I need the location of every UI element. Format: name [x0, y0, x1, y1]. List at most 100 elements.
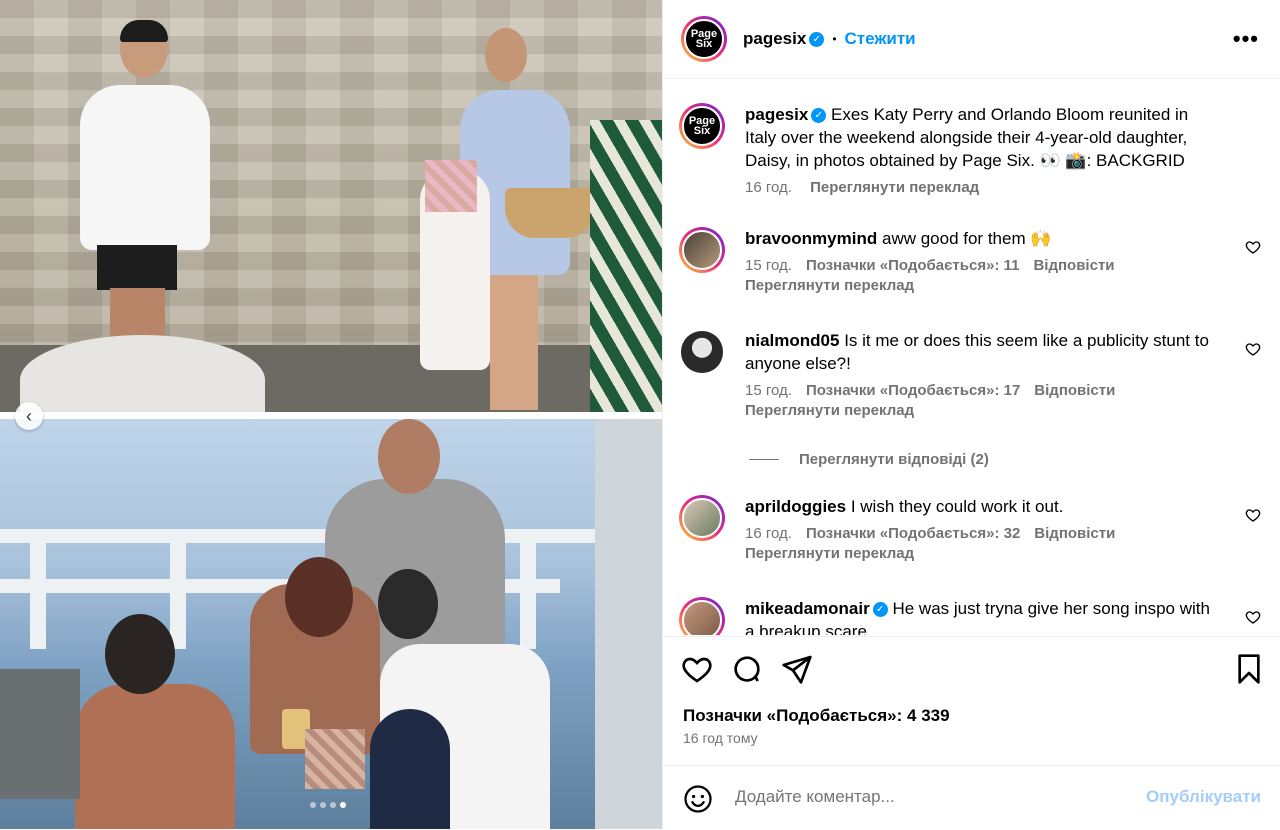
- person-legs: [110, 288, 165, 340]
- avatar-logo: Page Six: [684, 19, 724, 59]
- carousel-prev-button[interactable]: ‹: [15, 402, 43, 430]
- comment-author[interactable]: aprildoggies: [745, 497, 846, 516]
- comment-likes[interactable]: Позначки «Подобається»: 17: [806, 382, 1020, 399]
- author-username[interactable]: pagesix: [743, 29, 806, 49]
- comment-meta: 16 год. Позначки «Подобається»: 32 Відпові…: [745, 524, 1220, 544]
- commenter-avatar[interactable]: [679, 227, 725, 273]
- comment-body: aprildoggies I wish they could work it o…: [745, 495, 1220, 564]
- comment-likes[interactable]: Позначки «Подобається»: 11: [806, 257, 1020, 274]
- post-header: Page Six pagesix ✓ • Стежити •••: [663, 0, 1280, 79]
- translate-link[interactable]: Переглянути переклад: [745, 544, 1220, 564]
- person-figure: [80, 85, 210, 250]
- author-avatar[interactable]: Page Six: [681, 16, 727, 62]
- translate-link[interactable]: Переглянути переклад: [810, 179, 979, 196]
- post-time: 16 год тому: [683, 730, 758, 746]
- publish-button[interactable]: Опублікувати: [1146, 787, 1261, 807]
- heart-icon[interactable]: [1245, 507, 1261, 523]
- caption-body: pagesix ✓ Exes Katy Perry and Orlando Blo…: [745, 103, 1220, 198]
- comment-body: nialmond05 Is it me or does this seem li…: [745, 329, 1220, 421]
- person-figure: [75, 684, 235, 829]
- comment-time: 16 год.: [745, 525, 792, 542]
- verified-icon: ✓: [809, 31, 825, 47]
- blurred-face: [425, 160, 477, 212]
- avatar-photo: [682, 230, 722, 270]
- carousel-dot-active: [340, 802, 346, 808]
- comment-body: bravoonmymind aww good for them 🙌 15 год…: [745, 227, 1220, 296]
- blurred-face: [305, 729, 365, 789]
- comments-list[interactable]: Page Six pagesix ✓ Exes Katy Perry and Or…: [663, 79, 1280, 635]
- view-replies-label: Переглянути відповіді (2): [799, 451, 989, 468]
- commenter-avatar[interactable]: [679, 495, 725, 541]
- person-head: [378, 419, 440, 494]
- post-media: ‹: [0, 0, 662, 829]
- heart-icon[interactable]: [1245, 609, 1261, 625]
- carousel-dot: [310, 802, 316, 808]
- person-head: [285, 557, 353, 637]
- comment-body: mikeadamonair ✓ He was just tryna give he…: [745, 597, 1220, 635]
- emoji-icon[interactable]: [683, 784, 713, 814]
- replies-line: [749, 459, 779, 460]
- commenter-avatar[interactable]: [679, 597, 725, 635]
- caption-time: 16 год.: [745, 179, 792, 196]
- caption-meta: 16 год. Переглянути переклад: [745, 178, 1220, 198]
- translate-link[interactable]: Переглянути переклад: [745, 401, 1220, 421]
- reply-button[interactable]: Відповісти: [1034, 382, 1115, 399]
- heart-icon[interactable]: [1245, 341, 1261, 357]
- post-sidebar: Page Six pagesix ✓ • Стежити ••• Page Si…: [662, 0, 1280, 829]
- caption-avatar[interactable]: Page Six: [679, 103, 725, 149]
- likes-count[interactable]: Позначки «Подобається»: 4 339: [683, 706, 950, 726]
- person-head: [378, 569, 438, 639]
- comment-time: 15 год.: [745, 257, 792, 274]
- header-info: pagesix ✓ • Стежити: [743, 29, 916, 49]
- chevron-left-icon: ‹: [26, 405, 32, 426]
- straw-bag: [505, 188, 595, 238]
- comment-time: 15 год.: [745, 382, 792, 399]
- comment-likes[interactable]: Позначки «Подобається»: 32: [806, 525, 1020, 542]
- bookmark-icon[interactable]: [1233, 653, 1265, 685]
- comment-author[interactable]: nialmond05: [745, 331, 839, 350]
- carousel-dot: [320, 802, 326, 808]
- railing-post: [170, 529, 186, 649]
- table-objects: [0, 669, 80, 799]
- comment-meta: 15 год. Позначки «Подобається»: 17 Відпові…: [745, 381, 1220, 401]
- railing-post: [30, 529, 46, 649]
- railing: [0, 529, 600, 543]
- commenter-avatar[interactable]: [679, 329, 725, 375]
- verified-icon: ✓: [872, 602, 888, 618]
- caption-author[interactable]: pagesix: [745, 105, 808, 124]
- carousel-dots: [310, 802, 346, 808]
- more-icon[interactable]: •••: [1233, 26, 1259, 52]
- avatar-logo: Page Six: [682, 106, 722, 146]
- heart-icon[interactable]: [681, 653, 713, 685]
- person-shorts: [97, 245, 177, 290]
- pillar: [595, 419, 662, 829]
- comment-author[interactable]: bravoonmymind: [745, 229, 877, 248]
- avatar-photo: [682, 600, 722, 635]
- photo-divider: [0, 412, 662, 419]
- person-figure: [590, 120, 662, 412]
- post-actions: Позначки «Подобається»: 4 339 16 год том…: [663, 636, 1280, 765]
- avatar-photo: [681, 331, 723, 373]
- person-head: [105, 614, 175, 694]
- heart-icon[interactable]: [1245, 239, 1261, 255]
- person-head: [485, 28, 527, 82]
- comment-author[interactable]: mikeadamonair: [745, 599, 870, 618]
- comment-meta: 15 год. Позначки «Подобається»: 11 Відпові…: [745, 256, 1220, 276]
- post-photo-bottom: [0, 419, 662, 829]
- comment-text: I wish they could work it out.: [850, 497, 1064, 516]
- reply-button[interactable]: Відповісти: [1034, 525, 1115, 542]
- railing-post: [520, 529, 536, 649]
- translate-link[interactable]: Переглянути переклад: [745, 276, 1220, 296]
- reply-button[interactable]: Відповісти: [1033, 257, 1114, 274]
- person-legs: [490, 270, 538, 410]
- person-cap: [120, 20, 168, 42]
- child-figure: [370, 709, 450, 829]
- view-replies-button[interactable]: Переглянути відповіді (2): [749, 451, 989, 468]
- follow-button[interactable]: Стежити: [845, 29, 916, 49]
- comment-input[interactable]: [733, 786, 1127, 808]
- share-icon[interactable]: [781, 653, 813, 685]
- separator: •: [832, 32, 837, 46]
- add-comment-bar: Опублікувати: [663, 765, 1280, 830]
- comment-icon[interactable]: [731, 653, 763, 685]
- post-photo-top: [0, 0, 662, 425]
